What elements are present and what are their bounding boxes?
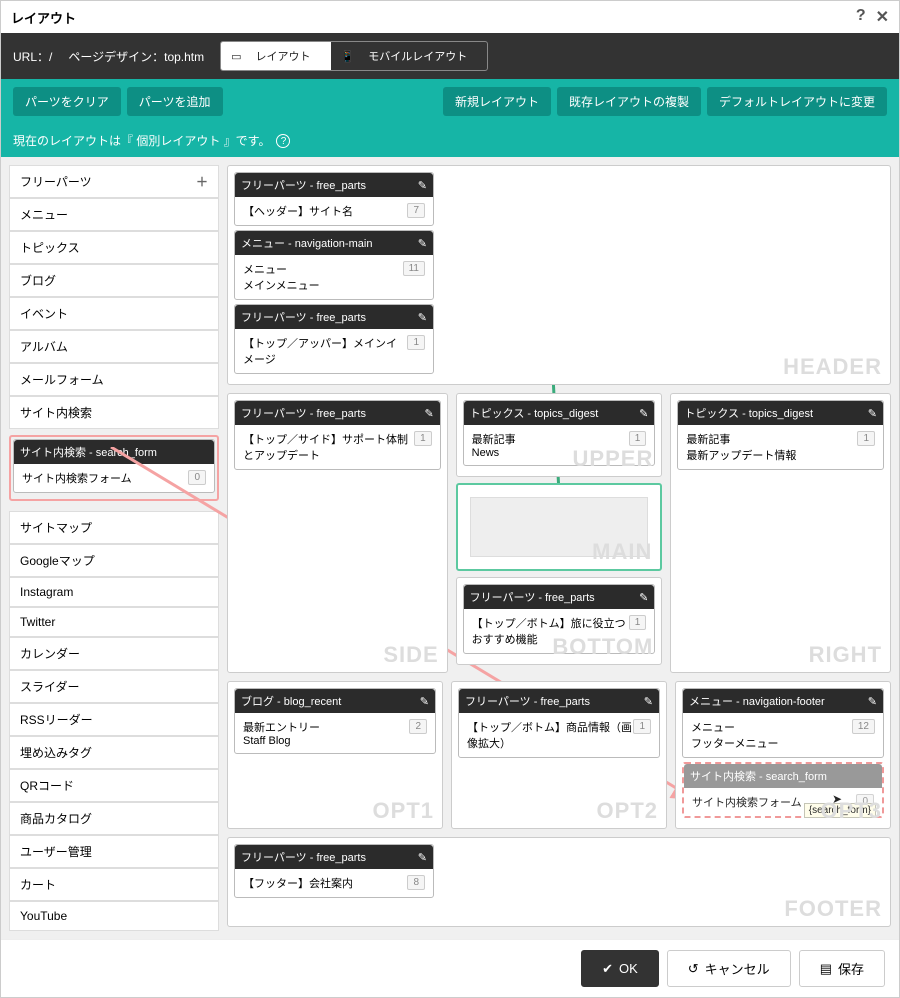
layout-info-text: 現在のレイアウトは『 個別レイアウト 』です。 [13, 132, 270, 149]
sidebar-item[interactable]: Googleマップ [9, 544, 219, 577]
sidebar-item[interactable]: トピックス [9, 231, 219, 264]
sidebar-item[interactable]: ブログ [9, 264, 219, 297]
info-help-icon[interactable]: ? [276, 134, 290, 148]
new-layout-button[interactable]: 新規レイアウト [443, 87, 551, 116]
part-card[interactable]: ブログ - blog_recent✎最新エントリー Staff Blog2 [234, 688, 436, 754]
clear-parts-button[interactable]: パーツをクリア [13, 87, 121, 116]
sidebar-item[interactable]: カレンダー [9, 637, 219, 670]
zone-header[interactable]: フリーパーツ - free_parts✎【ヘッダー】サイト名7メニュー - na… [227, 165, 891, 385]
zone-side[interactable]: フリーパーツ - free_parts✎【トップ／サイド】サポート体制とアップデ… [227, 393, 448, 673]
sidebar-item[interactable]: ユーザー管理 [9, 835, 219, 868]
edit-icon[interactable]: ✎ [868, 407, 877, 420]
part-card[interactable]: フリーパーツ - free_parts✎【ヘッダー】サイト名7 [234, 172, 434, 226]
sidebar-item[interactable]: 商品カタログ [9, 802, 219, 835]
tab-mobile-layout[interactable]: 📱 モバイルレイアウト [331, 42, 488, 70]
zone-bottom[interactable]: フリーパーツ - free_parts✎【トップ／ボトム】旅に役立つおすすめ機能… [456, 577, 663, 665]
view-toggle[interactable]: ▭ レイアウト 📱 モバイルレイアウト [220, 41, 488, 71]
part-card[interactable]: メニュー - navigation-main✎メニュー メインメニュー11 [234, 230, 434, 300]
zone-opt3[interactable]: メニュー - navigation-footer✎メニュー フッターメニュー12… [675, 681, 891, 829]
edit-icon[interactable]: ✎ [420, 695, 429, 708]
part-card[interactable]: フリーパーツ - free_parts✎【トップ／サイド】サポート体制とアップデ… [234, 400, 441, 470]
sidebar-item[interactable]: YouTube [9, 901, 219, 931]
part-card[interactable]: フリーパーツ - free_parts✎【トップ／アッパー】メインイメージ1 [234, 304, 434, 374]
edit-icon[interactable]: ✎ [644, 695, 653, 708]
help-icon[interactable]: ? [856, 7, 866, 27]
save-button[interactable]: ▤ 保存 [799, 950, 885, 987]
sidebar-item[interactable]: サイトマップ [9, 511, 219, 544]
edit-icon[interactable]: ✎ [418, 237, 427, 250]
zone-right[interactable]: トピックス - topics_digest✎最新記事 最新アップデート情報1 R… [670, 393, 891, 673]
edit-icon[interactable]: ✎ [418, 851, 427, 864]
zone-opt2[interactable]: フリーパーツ - free_parts✎【トップ／ボトム】商品情報（画像拡大）1… [451, 681, 667, 829]
sidebar-item[interactable]: RSSリーダー [9, 703, 219, 736]
part-card[interactable]: メニュー - navigation-footer✎メニュー フッターメニュー12 [682, 688, 884, 758]
edit-icon[interactable]: ✎ [639, 591, 648, 604]
part-card[interactable]: トピックス - topics_digest✎最新記事 最新アップデート情報1 [677, 400, 884, 470]
cancel-button[interactable]: ↺ キャンセル [667, 950, 791, 987]
sidebar-item[interactable]: メニュー [9, 198, 219, 231]
sidebar-item[interactable]: メールフォーム [9, 363, 219, 396]
sidebar-item[interactable]: Twitter [9, 607, 219, 637]
add-parts-button[interactable]: パーツを追加 [127, 87, 223, 116]
edit-icon[interactable]: ✎ [418, 179, 427, 192]
part-card[interactable]: フリーパーツ - free_parts✎【フッター】会社案内8 [234, 844, 434, 898]
tab-layout[interactable]: ▭ レイアウト [221, 42, 330, 70]
default-layout-button[interactable]: デフォルトレイアウトに変更 [707, 87, 887, 116]
sidebar-item[interactable]: カート [9, 868, 219, 901]
part-card[interactable]: フリーパーツ - free_parts✎【トップ／ボトム】商品情報（画像拡大）1 [458, 688, 660, 758]
page-design-label: ページデザイン：top.htm [68, 48, 204, 65]
zone-main: MAIN [456, 483, 663, 571]
sidebar-item[interactable]: フリーパーツ＋ [9, 165, 219, 198]
edit-icon[interactable]: ✎ [639, 407, 648, 420]
ok-button[interactable]: ✔ OK [581, 950, 659, 987]
sidebar-item[interactable]: イベント [9, 297, 219, 330]
sidebar-item[interactable]: アルバム [9, 330, 219, 363]
zone-opt1[interactable]: ブログ - blog_recent✎最新エントリー Staff Blog2 OP… [227, 681, 443, 829]
edit-icon[interactable]: ✎ [424, 407, 433, 420]
sidebar-item[interactable]: サイト内検索 [9, 396, 219, 429]
sidebar-item[interactable]: Instagram [9, 577, 219, 607]
dialog-title: レイアウト [11, 8, 76, 27]
parts-sidebar: フリーパーツ＋メニュートピックスブログイベントアルバムメールフォームサイト内検索… [9, 165, 219, 931]
edit-icon[interactable]: ✎ [868, 695, 877, 708]
sidebar-item[interactable]: 埋め込みタグ [9, 736, 219, 769]
zone-upper[interactable]: トピックス - topics_digest✎最新記事 News1 UPPER [456, 393, 663, 477]
duplicate-layout-button[interactable]: 既存レイアウトの複製 [557, 87, 701, 116]
dragged-source-highlight: サイト内検索 - search_form サイト内検索フォーム0 [9, 435, 219, 501]
close-icon[interactable]: ✕ [876, 7, 889, 27]
edit-icon[interactable]: ✎ [418, 311, 427, 324]
zone-footer[interactable]: フリーパーツ - free_parts✎【フッター】会社案内8 FOOTER [227, 837, 891, 927]
sidebar-item[interactable]: QRコード [9, 769, 219, 802]
expand-icon[interactable]: ＋ [196, 173, 208, 190]
sidebar-item[interactable]: スライダー [9, 670, 219, 703]
url-label: URL：/ [13, 48, 52, 65]
